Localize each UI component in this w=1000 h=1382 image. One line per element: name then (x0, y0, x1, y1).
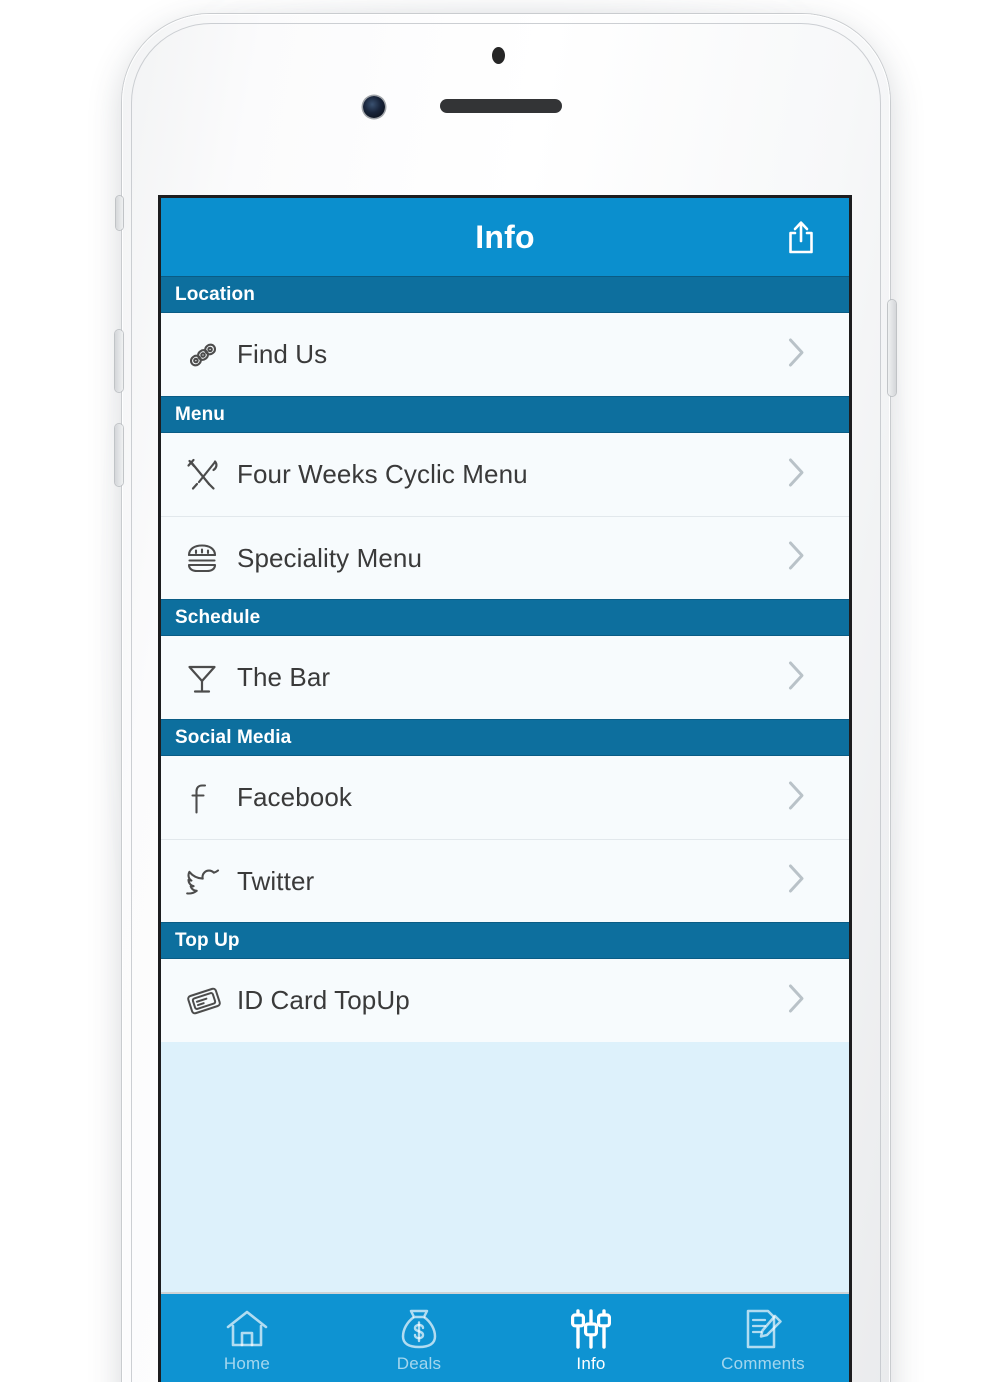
section-title: Menu (175, 403, 226, 425)
document-pencil-icon (741, 1306, 785, 1352)
section-header-location: Location (161, 276, 849, 313)
phone-screen: Info Location Find Us Menu Four Weeks Cy… (161, 198, 849, 1382)
volume-down-button[interactable] (115, 424, 123, 486)
money-bag-icon (398, 1306, 440, 1352)
list-item-label: ID Card TopUp (237, 985, 410, 1015)
section-header-top-up: Top Up (161, 922, 849, 959)
chevron-right-icon (788, 983, 805, 1018)
chevron-right-icon (788, 541, 805, 576)
list-item-four-weeks-cyclic-menu[interactable]: Four Weeks Cyclic Menu (161, 433, 849, 516)
list-item-label: Twitter (237, 865, 315, 896)
section-header-schedule: Schedule (161, 599, 849, 636)
chevron-right-icon (788, 457, 805, 492)
house-icon (224, 1306, 270, 1352)
section-rows-social-media: Facebook Twitter (161, 756, 849, 922)
list-item-twitter[interactable]: Twitter (161, 839, 849, 922)
section-rows-location: Find Us (161, 313, 849, 396)
navigation-bar: Info (161, 198, 849, 276)
section-rows-top-up: ID Card TopUp (161, 959, 849, 1042)
tab-label: Home (223, 1354, 271, 1373)
tab-bar: Home Deals Info Comments (161, 1292, 849, 1382)
list-item-the-bar[interactable]: The Bar (161, 636, 849, 719)
chevron-right-icon (788, 780, 805, 815)
list-item-label: Find Us (237, 339, 328, 369)
power-button[interactable] (888, 300, 896, 396)
tab-info[interactable]: Info (505, 1294, 677, 1382)
id-card-icon (185, 984, 237, 1018)
section-rows-schedule: The Bar (161, 636, 849, 719)
tab-label: Deals (396, 1354, 442, 1373)
list-item-id-card-topup[interactable]: ID Card TopUp (161, 959, 849, 1042)
chain-links-icon (185, 337, 237, 373)
empty-list-area (161, 1042, 849, 1292)
section-title: Social Media (175, 726, 292, 748)
tab-deals[interactable]: Deals (333, 1294, 505, 1382)
tab-home[interactable]: Home (161, 1294, 333, 1382)
list-item-speciality-menu[interactable]: Speciality Menu (161, 516, 849, 599)
chevron-right-icon (788, 864, 805, 899)
list-item-label: Speciality Menu (237, 542, 423, 573)
info-list: Location Find Us Menu Four Weeks Cyclic … (161, 276, 849, 1292)
section-header-menu: Menu (161, 396, 849, 433)
twitter-bird-icon (185, 865, 237, 897)
list-item-label: The Bar (237, 662, 331, 692)
proximity-sensor-icon (492, 47, 505, 64)
crossed-fork-knife-icon (185, 457, 237, 493)
earpiece-speaker-icon (440, 99, 562, 113)
section-title: Top Up (175, 929, 240, 951)
tab-comments[interactable]: Comments (677, 1294, 849, 1382)
list-item-label: Four Weeks Cyclic Menu (237, 459, 528, 489)
list-item-find-us[interactable]: Find Us (161, 313, 849, 396)
facebook-icon (185, 781, 237, 815)
front-camera-icon (363, 96, 385, 118)
section-rows-menu: Four Weeks Cyclic Menu Speciality Menu (161, 433, 849, 599)
chevron-right-icon (788, 337, 805, 372)
share-icon[interactable] (779, 213, 823, 261)
screenshot-stage: Info Location Find Us Menu Four Weeks Cy… (0, 0, 1000, 1382)
cocktail-glass-icon (185, 661, 237, 695)
section-header-social-media: Social Media (161, 719, 849, 756)
list-item-facebook[interactable]: Facebook (161, 756, 849, 839)
tab-label: Comments (721, 1354, 805, 1373)
tab-label: Info (576, 1354, 606, 1373)
section-title: Location (175, 283, 255, 305)
chevron-right-icon (788, 660, 805, 695)
section-title: Schedule (175, 606, 261, 628)
burger-icon (185, 541, 237, 575)
page-title: Info (475, 218, 535, 255)
sliders-icon (568, 1306, 614, 1352)
mute-switch[interactable] (116, 196, 123, 230)
list-item-label: Facebook (237, 782, 352, 812)
volume-up-button[interactable] (115, 330, 123, 392)
